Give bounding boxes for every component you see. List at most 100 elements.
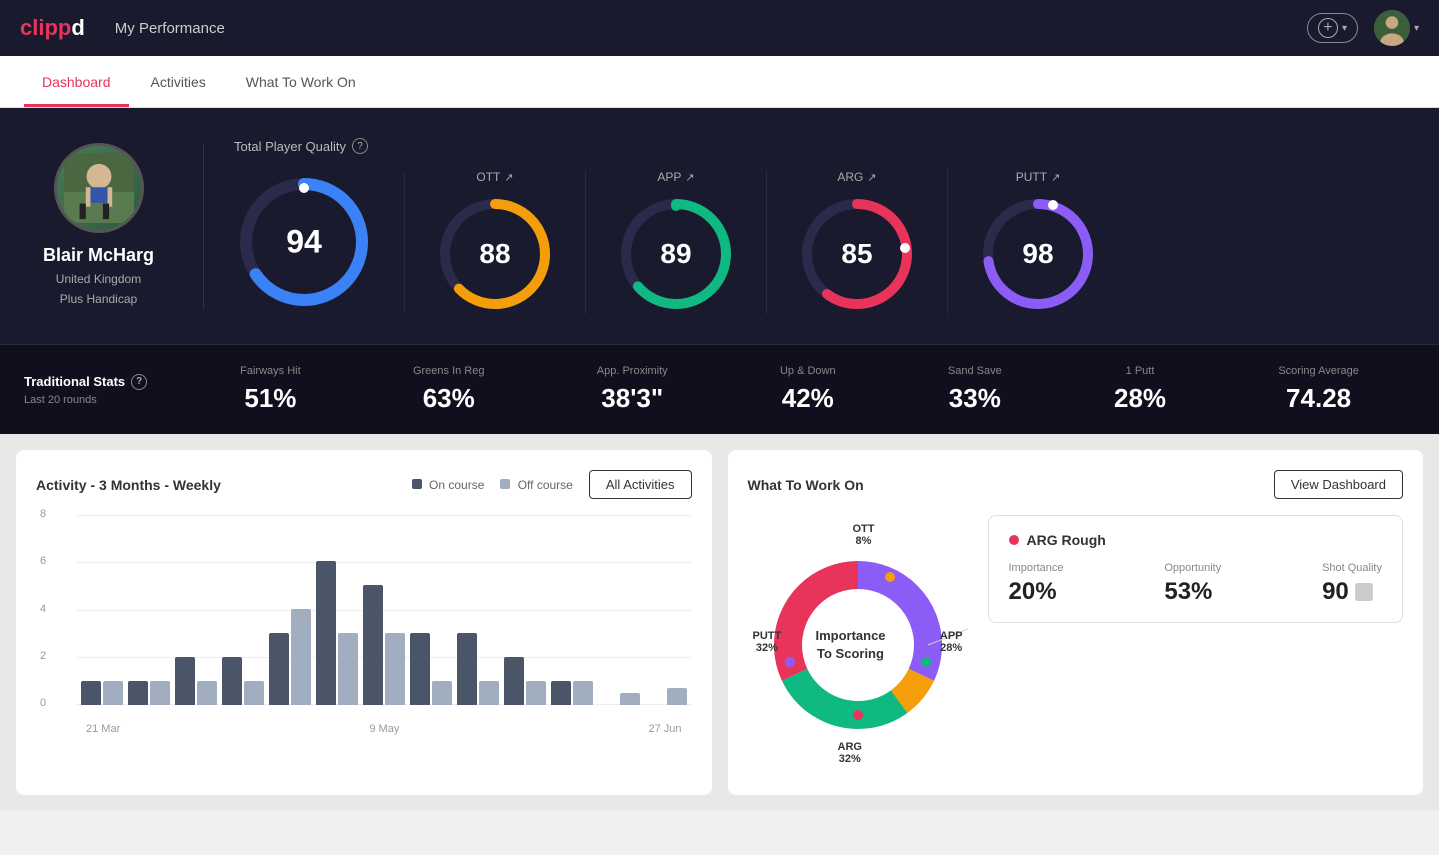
bar-group-4 (222, 657, 264, 705)
stat-greens-label: Greens In Reg (413, 365, 485, 377)
bar-group-6 (316, 561, 358, 705)
tabs-bar: Dashboard Activities What To Work On (0, 56, 1439, 108)
opportunity-stat: Opportunity 53% (1164, 562, 1221, 606)
x-label-jun: 27 Jun (648, 723, 681, 735)
gauge-putt: PUTT ↗ 98 (948, 170, 1128, 314)
tab-dashboard[interactable]: Dashboard (24, 60, 129, 107)
gauge-arg: ARG ↗ 85 (767, 170, 948, 314)
stat-sand-value: 33% (949, 383, 1001, 414)
activity-panel-header: Activity - 3 Months - Weekly On course O… (36, 470, 692, 499)
chart-legend: On course Off course All Activities (412, 470, 692, 499)
avatar-button[interactable]: ▾ (1374, 10, 1419, 46)
x-label-may: 9 May (369, 723, 399, 735)
trad-stats-title: Traditional Stats ? (24, 374, 184, 390)
bar-off-1 (103, 681, 123, 705)
donut-label-ott: OTT 8% (853, 523, 875, 547)
bar-group-13 (645, 688, 687, 705)
shot-quality-bar: 90 (1322, 578, 1373, 606)
bar-group-1 (81, 681, 123, 705)
legend-off-course: Off course (500, 478, 572, 492)
activity-chart: 8 6 4 2 0 (36, 515, 692, 735)
add-button[interactable]: + ▾ (1307, 13, 1358, 43)
stat-one-putt: 1 Putt 28% (1114, 365, 1166, 414)
all-activities-button[interactable]: All Activities (589, 470, 692, 499)
activity-panel: Activity - 3 Months - Weekly On course O… (16, 450, 712, 795)
donut-label-putt: PUTT 32% (753, 630, 782, 654)
stat-scoring-value: 74.28 (1286, 383, 1351, 414)
add-chevron-icon: ▾ (1342, 23, 1347, 34)
bar-group-9 (457, 633, 499, 705)
arg-rough-title: ARG Rough (1009, 532, 1383, 548)
nav-right: + ▾ ▾ (1307, 10, 1419, 46)
traditional-stats: Traditional Stats ? Last 20 rounds Fairw… (0, 344, 1439, 434)
tab-activities[interactable]: Activities (133, 60, 224, 107)
top-nav: clippd My Performance + ▾ ▾ (0, 0, 1439, 56)
stat-scoring-label: Scoring Average (1278, 365, 1359, 377)
nav-title: My Performance (115, 20, 1307, 37)
view-dashboard-button[interactable]: View Dashboard (1274, 470, 1403, 499)
trad-info-icon[interactable]: ? (131, 374, 147, 390)
tab-what-to-work-on[interactable]: What To Work On (228, 60, 374, 107)
trad-stats-period: Last 20 rounds (24, 394, 184, 406)
bar-off-9 (479, 681, 499, 705)
gauge-putt-label: PUTT ↗ (1016, 170, 1061, 184)
gauge-ott: OTT ↗ 88 (405, 170, 586, 314)
bar-group-5 (269, 609, 311, 705)
stat-up-down: Up & Down 42% (780, 365, 836, 414)
arg-rough-card: ARG Rough Importance 20% Opportunity 53%… (988, 515, 1404, 623)
bar-group-7 (363, 585, 405, 705)
gauge-ott-label: OTT ↗ (476, 170, 513, 184)
x-label-mar: 21 Mar (86, 723, 120, 735)
stat-one-putt-label: 1 Putt (1126, 365, 1155, 377)
gauge-total-svg: 94 (234, 172, 374, 312)
logo[interactable]: clippd (20, 15, 85, 41)
bar-off-8 (432, 681, 452, 705)
bar-group-10 (504, 657, 546, 705)
gauge-total-value: 94 (286, 224, 322, 261)
gauge-row: 94 OTT ↗ 88 AP (234, 170, 1415, 314)
stat-greens-value: 63% (423, 383, 475, 414)
bar-group-11 (551, 681, 593, 705)
gauge-ott-value: 88 (479, 238, 510, 270)
tpq-info-icon[interactable]: ? (352, 138, 368, 154)
stat-app-proximity: App. Proximity 38'3" (597, 365, 668, 414)
stat-app-value: 38'3" (601, 383, 663, 414)
bar-off-4 (244, 681, 264, 705)
bar-on-6 (316, 561, 336, 705)
trad-stats-label: Traditional Stats ? Last 20 rounds (24, 374, 184, 406)
importance-value: 20% (1009, 578, 1057, 606)
opportunity-label: Opportunity (1164, 562, 1221, 574)
shot-quality-label: Shot Quality (1322, 562, 1382, 574)
gauge-arg-label: ARG ↗ (837, 170, 876, 184)
hero-section: Blair McHarg United Kingdom Plus Handica… (0, 108, 1439, 344)
what-to-work-on-panel: What To Work On View Dashboard (728, 450, 1424, 795)
gauge-app-svg: 89 (616, 194, 736, 314)
gauge-app-value: 89 (660, 238, 691, 270)
gauge-app: APP ↗ 89 (586, 170, 767, 314)
bar-group-8 (410, 633, 452, 705)
stat-greens-in-reg: Greens In Reg 63% (413, 365, 485, 414)
avatar (1374, 10, 1410, 46)
bar-on-2 (128, 681, 148, 705)
player-handicap: Plus Handicap (60, 290, 137, 309)
what-panel-header: What To Work On View Dashboard (748, 470, 1404, 499)
what-panel-content: OTT 8% APP 28% ARG 32% PUTT 32% Importan… (748, 515, 1404, 775)
bar-on-11 (551, 681, 571, 705)
player-name: Blair McHarg (43, 245, 154, 266)
stat-app-label: App. Proximity (597, 365, 668, 377)
bar-off-2 (150, 681, 170, 705)
importance-stat: Importance 20% (1009, 562, 1064, 606)
bar-on-10 (504, 657, 524, 705)
bar-off-5 (291, 609, 311, 705)
logo-text: clippd (20, 15, 85, 41)
info-stats-row: Importance 20% Opportunity 53% Shot Qual… (1009, 562, 1383, 606)
bar-on-3 (175, 657, 195, 705)
gauge-total: 94 (234, 172, 405, 312)
player-avatar (54, 143, 144, 233)
stat-up-down-value: 42% (782, 383, 834, 414)
bar-off-13 (667, 688, 687, 705)
player-country: United Kingdom (56, 270, 141, 289)
bar-off-11 (573, 681, 593, 705)
bar-on-4 (222, 657, 242, 705)
gauge-app-label: APP ↗ (657, 170, 694, 184)
